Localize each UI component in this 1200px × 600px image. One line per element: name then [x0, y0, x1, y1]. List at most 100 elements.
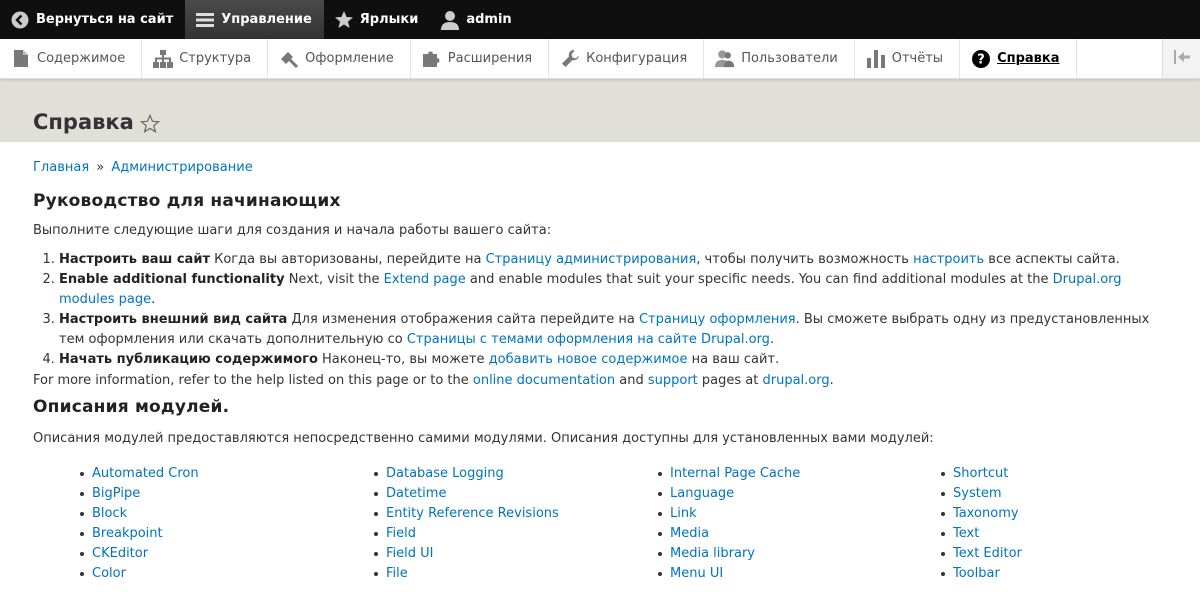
main-content: Главная » Администрирование Руководство … [0, 160, 1200, 584]
tray-item-label: Справка [997, 51, 1060, 66]
more-info-text: For more information, refer to the help … [33, 373, 1167, 388]
module-link[interactable]: Entity Reference Revisions [386, 506, 559, 521]
list-item: Automated Cron [78, 464, 372, 484]
tray-item-label: Конфигурация [586, 51, 688, 66]
bar-chart-icon [866, 49, 886, 69]
module-link[interactable]: BigPipe [92, 486, 140, 501]
back-to-site-label: Вернуться на сайт [36, 12, 174, 27]
module-link[interactable]: Field [386, 526, 416, 541]
tray-item-appearance[interactable]: Оформление [268, 39, 411, 78]
tray-item-structure[interactable]: Структура [142, 39, 269, 78]
module-link[interactable]: Internal Page Cache [670, 466, 800, 481]
module-link[interactable]: Database Logging [386, 466, 504, 481]
module-link[interactable]: Datetime [386, 486, 446, 501]
module-link[interactable]: Text Editor [953, 546, 1022, 561]
step-text: все аспекты сайта. [984, 252, 1120, 267]
configure-link[interactable]: настроить [913, 252, 984, 267]
tray-item-label: Содержимое [37, 51, 126, 66]
add-shortcut-star-icon[interactable] [139, 114, 160, 134]
tray-item-extend[interactable]: Расширения [411, 39, 550, 78]
breadcrumb-separator: » [96, 160, 105, 175]
tray-item-people[interactable]: Пользователи [704, 39, 855, 78]
module-link[interactable]: Field UI [386, 546, 434, 561]
module-link[interactable]: Menu UI [670, 566, 723, 581]
add-content-link[interactable]: добавить новое содержимое [489, 352, 688, 367]
list-item: Media [656, 524, 939, 544]
help-icon: ? [971, 49, 991, 69]
breadcrumb-home-link[interactable]: Главная [33, 160, 89, 175]
more-text: pages at [697, 373, 763, 388]
manage-tab[interactable]: Управление [185, 0, 324, 39]
support-link[interactable]: support [648, 373, 698, 388]
module-column-2: Database Logging Datetime Entity Referen… [372, 464, 656, 584]
step-text: . [769, 332, 775, 347]
tray-item-content[interactable]: Содержимое [0, 39, 143, 78]
user-tab[interactable]: admin [430, 0, 523, 39]
page-header: Справка [0, 79, 1200, 142]
module-link[interactable]: CKEditor [92, 546, 148, 561]
module-link[interactable]: Text [953, 526, 979, 541]
tray-item-label: Расширения [447, 51, 533, 66]
tray-item-label: Отчёты [891, 51, 944, 66]
module-column-3: Internal Page Cache Language Link Media … [656, 464, 939, 584]
puzzle-icon [422, 49, 442, 69]
collapse-left-icon [1173, 49, 1190, 69]
list-item: Shortcut [939, 464, 1139, 484]
step-enable-functionality: Enable additional functionality Next, vi… [59, 270, 1167, 310]
module-link[interactable]: Link [670, 506, 697, 521]
online-documentation-link[interactable]: online documentation [473, 373, 615, 388]
list-item: Datetime [372, 484, 656, 504]
step-text: Наконец-то, вы можете [317, 352, 489, 367]
module-link[interactable]: Color [92, 566, 126, 581]
shortcuts-tab[interactable]: Ярлыки [324, 0, 431, 39]
tray-item-reports[interactable]: Отчёты [855, 39, 961, 78]
admin-menu-tray: Содержимое Структура Оформление Расширен… [0, 39, 1200, 79]
back-to-site-button[interactable]: Вернуться на сайт [0, 0, 185, 39]
list-item: Color [78, 564, 372, 584]
module-link[interactable]: Breakpoint [92, 526, 163, 541]
getting-started-steps: Настроить ваш сайт Когда вы авторизованы… [33, 250, 1167, 370]
module-link[interactable]: Language [670, 486, 734, 501]
admin-page-link[interactable]: Страницу администрирования [486, 252, 697, 267]
getting-started-intro: Выполните следующие шаги для создания и … [33, 223, 552, 238]
tray-orientation-toggle[interactable] [1162, 39, 1200, 78]
manage-label: Управление [221, 12, 312, 27]
list-item: CKEditor [78, 544, 372, 564]
module-link[interactable]: Toolbar [953, 566, 1000, 581]
step-text: Next, visit the [284, 272, 384, 287]
file-icon [11, 49, 31, 69]
module-link[interactable]: Media [670, 526, 709, 541]
drupal-org-link[interactable]: drupal.org [762, 373, 829, 388]
appearance-page-link[interactable]: Страницу оформления [639, 312, 796, 327]
module-link[interactable]: File [386, 566, 408, 581]
list-item: Field UI [372, 544, 656, 564]
module-link[interactable]: Block [92, 506, 127, 521]
module-link[interactable]: Media library [670, 546, 755, 561]
hamburger-menu-icon [195, 10, 215, 30]
brush-icon [279, 49, 299, 69]
breadcrumb: Главная » Администрирование [33, 160, 1167, 175]
user-label: admin [466, 12, 512, 27]
list-item: BigPipe [78, 484, 372, 504]
extend-page-link[interactable]: Extend page [384, 272, 466, 287]
module-link[interactable]: Taxonomy [953, 506, 1019, 521]
step-text: Когда вы авторизованы, перейдите на [209, 252, 486, 267]
module-link[interactable]: System [953, 486, 1001, 501]
people-icon [715, 49, 735, 69]
breadcrumb-admin-link[interactable]: Администрирование [111, 160, 252, 175]
list-item: File [372, 564, 656, 584]
wrench-icon [560, 49, 580, 69]
drupal-themes-link[interactable]: Страницы с темами оформления на сайте Dr… [407, 332, 770, 347]
list-item: Taxonomy [939, 504, 1139, 524]
list-item: Menu UI [656, 564, 939, 584]
step-text: and enable modules that suit your specif… [465, 272, 1053, 287]
arrow-left-circle-icon [10, 10, 30, 30]
step-text: на ваш сайт. [687, 352, 780, 367]
list-item: Block [78, 504, 372, 524]
sitemap-icon [153, 49, 174, 69]
tray-item-configuration[interactable]: Конфигурация [549, 39, 705, 78]
more-text: . [829, 373, 834, 388]
module-link[interactable]: Shortcut [953, 466, 1008, 481]
module-link[interactable]: Automated Cron [92, 466, 199, 481]
tray-item-help[interactable]: ? Справка [960, 39, 1077, 78]
